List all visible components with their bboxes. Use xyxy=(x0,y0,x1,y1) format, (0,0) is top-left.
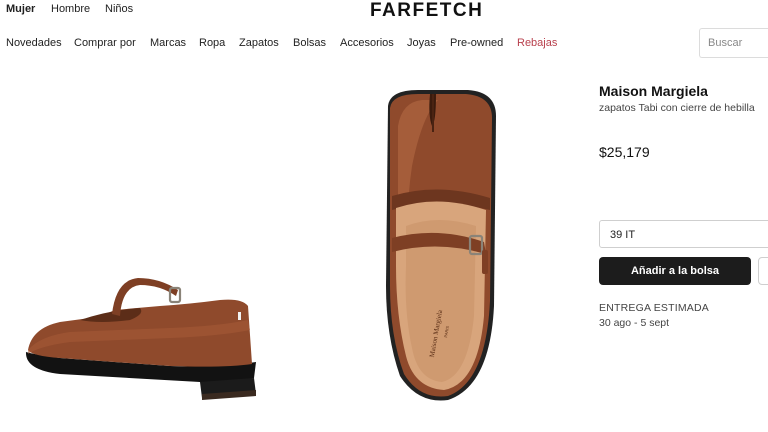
product-price: $25,179 xyxy=(599,144,650,160)
gender-tab-hombre[interactable]: Hombre xyxy=(51,3,90,15)
nav-item-comprar-por[interactable]: Comprar por xyxy=(74,37,136,49)
delivery-label: ENTREGA ESTIMADA xyxy=(599,302,709,314)
wishlist-button[interactable] xyxy=(758,257,768,285)
nav-item-pre-owned[interactable]: Pre-owned xyxy=(450,37,503,49)
nav-item-accesorios[interactable]: Accesorios xyxy=(340,37,394,49)
nav-item-zapatos[interactable]: Zapatos xyxy=(239,37,279,49)
nav-item-joyas[interactable]: Joyas xyxy=(407,37,436,49)
nav-item-ropa[interactable]: Ropa xyxy=(199,37,225,49)
gender-tab-ninos[interactable]: Niños xyxy=(105,3,133,15)
farfetch-logo[interactable]: FARFETCH xyxy=(370,0,483,22)
product-description: zapatos Tabi con cierre de hebilla xyxy=(599,102,755,114)
nav-item-novedades[interactable]: Novedades xyxy=(6,37,62,49)
search-input[interactable]: Buscar xyxy=(699,28,768,58)
nav-item-marcas[interactable]: Marcas xyxy=(150,37,186,49)
delivery-dates: 30 ago - 5 sept xyxy=(599,317,670,329)
product-image-side[interactable] xyxy=(20,270,265,405)
add-to-bag-button[interactable]: Añadir a la bolsa xyxy=(599,257,751,285)
product-brand[interactable]: Maison Margiela xyxy=(599,83,708,99)
size-select[interactable]: 39 IT xyxy=(599,220,768,248)
nav-item-rebajas[interactable]: Rebajas xyxy=(517,37,557,49)
nav-item-bolsas[interactable]: Bolsas xyxy=(293,37,326,49)
product-image-top[interactable]: Maison Margiela PARIS xyxy=(378,86,500,404)
gender-tab-mujer[interactable]: Mujer xyxy=(6,3,35,15)
